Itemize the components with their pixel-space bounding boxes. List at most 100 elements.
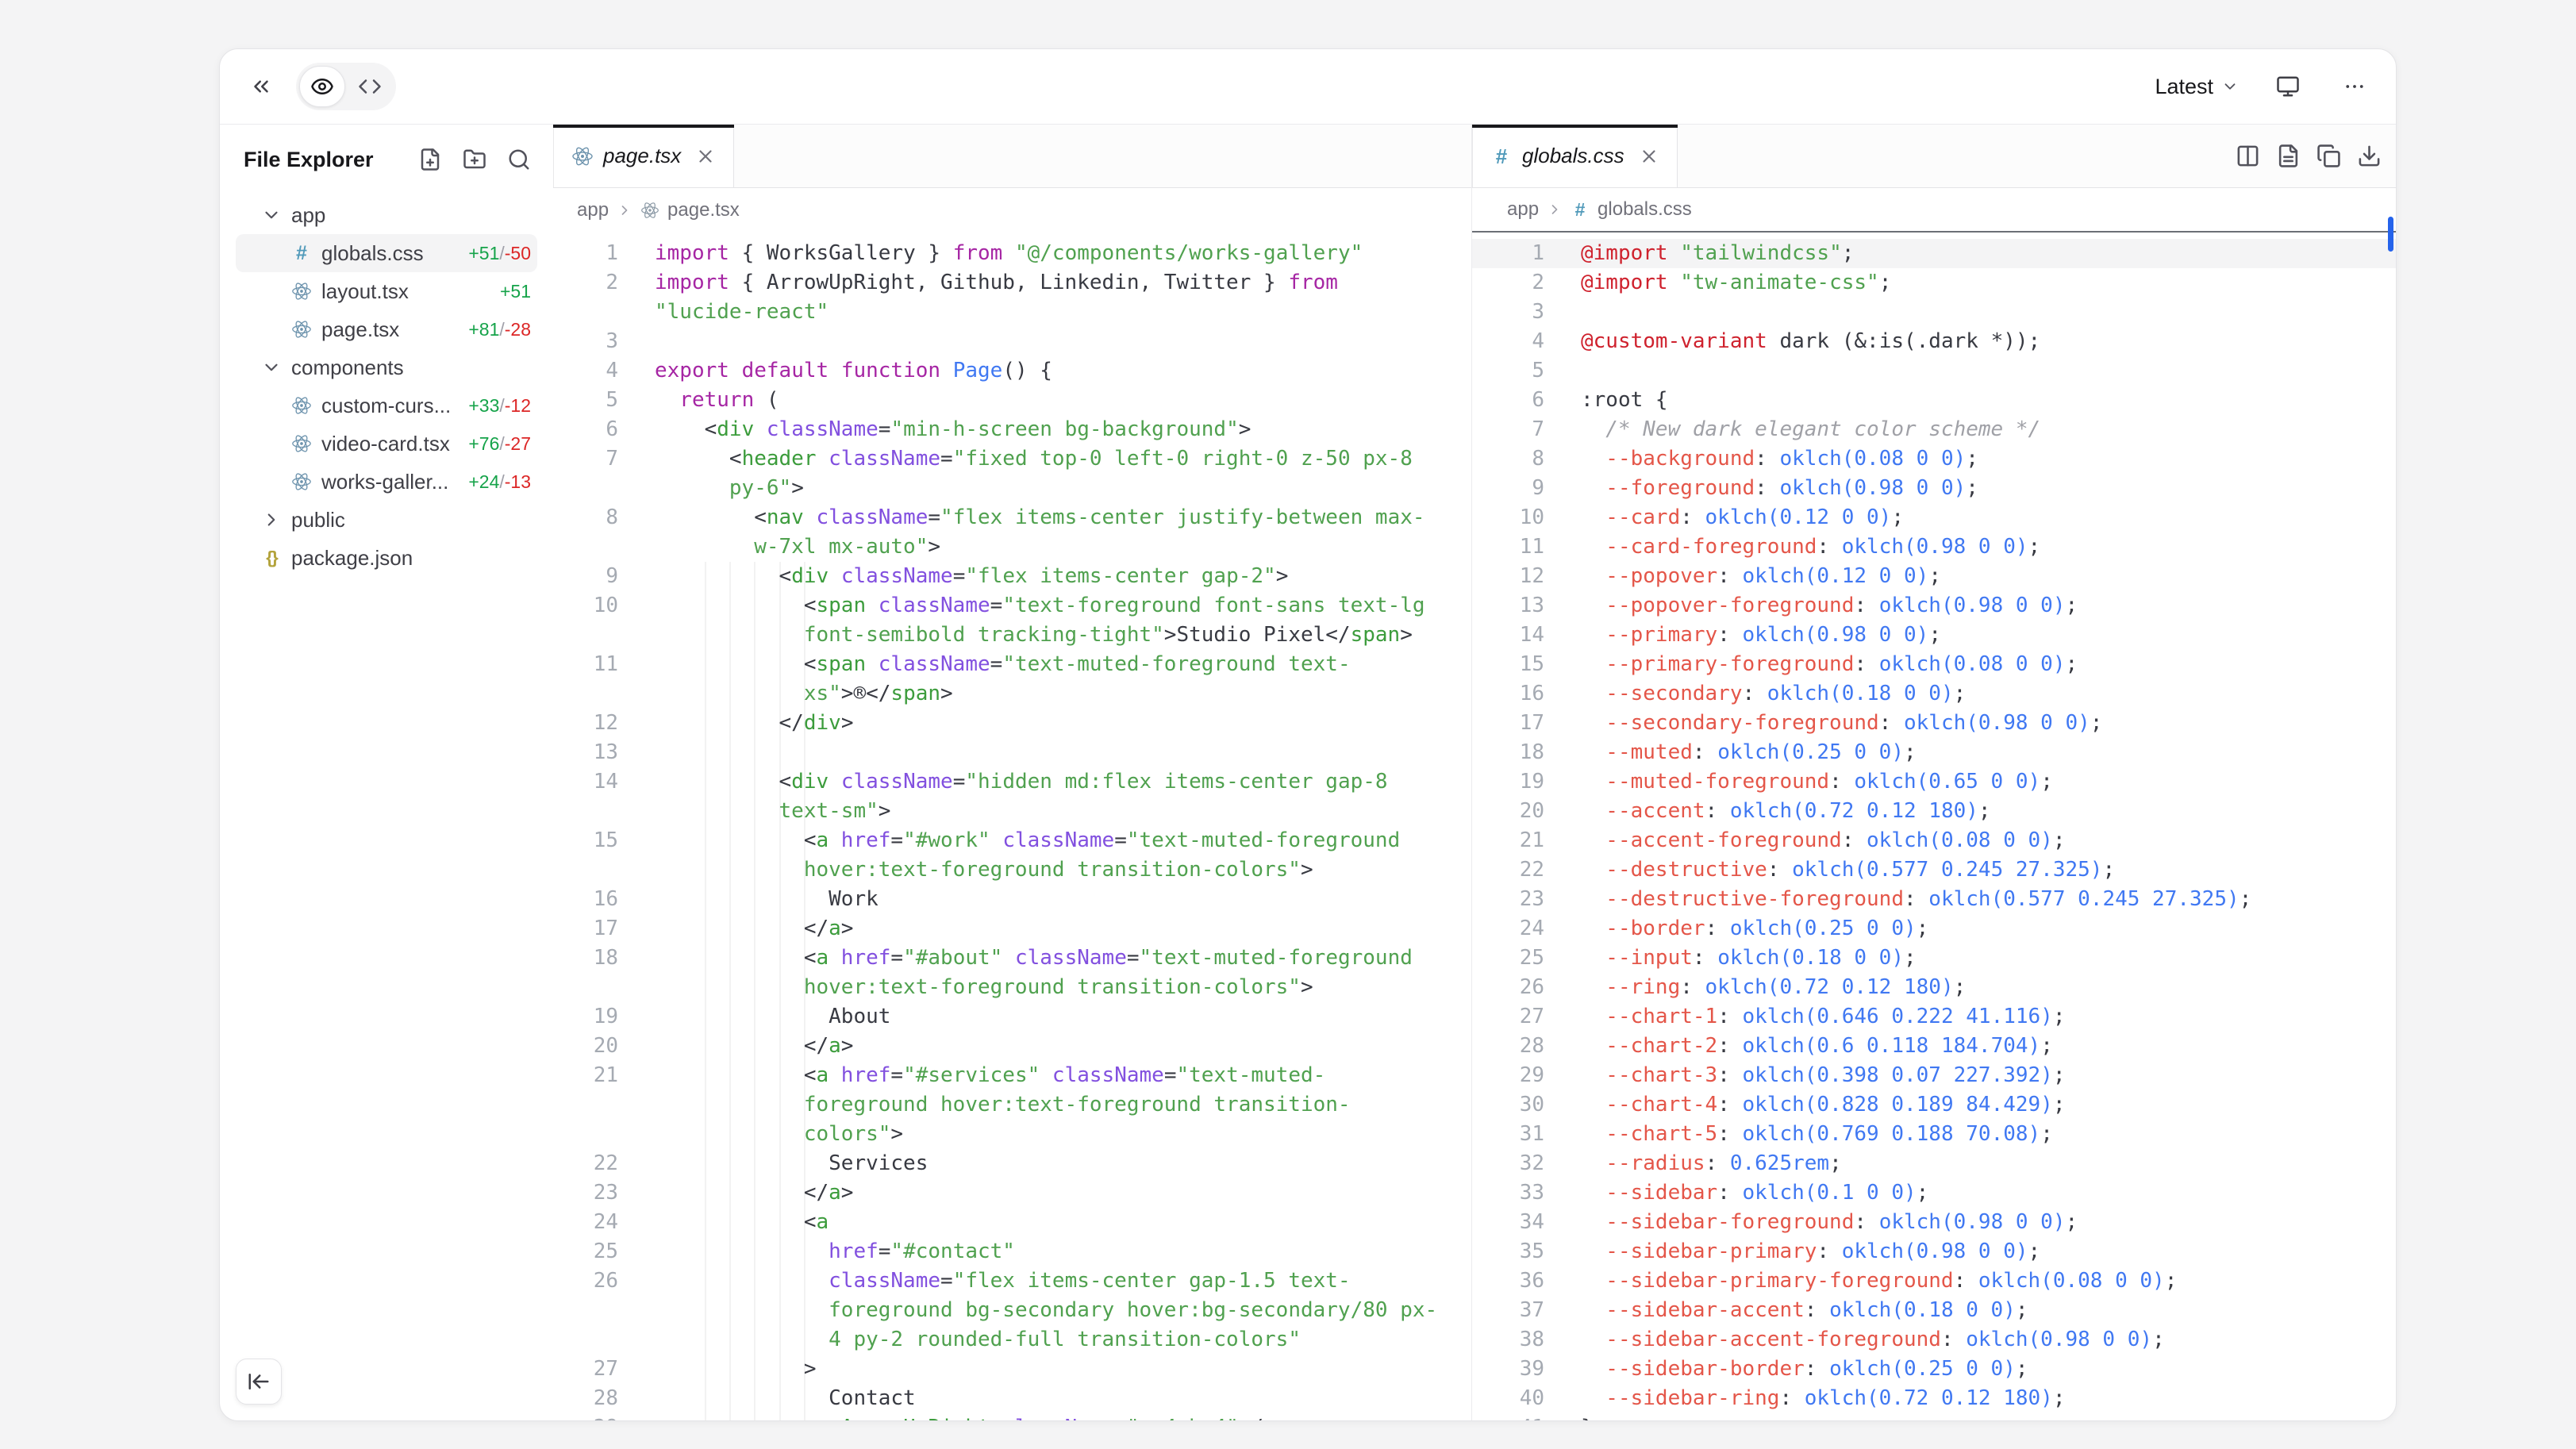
eye-icon xyxy=(310,75,334,98)
diff-stats: +76/-27 xyxy=(468,433,531,455)
line-number: 25 xyxy=(1472,944,1544,973)
code-line: 5 xyxy=(1472,356,2396,386)
line-number: 28 xyxy=(553,1384,618,1413)
tree-file-works-galler[interactable]: works-galler...+24/-13 xyxy=(236,463,537,501)
code-text: --sidebar-border: oklch(0.25 0 0); xyxy=(1581,1355,2028,1384)
tree-file-package-json[interactable]: {}package.json xyxy=(236,539,537,577)
breadcrumb-folder[interactable]: app xyxy=(1507,198,1539,221)
line-number: 7 xyxy=(1472,415,1544,444)
tree-folder-components[interactable]: components xyxy=(236,348,537,386)
tab-page-tsx[interactable]: page.tsx xyxy=(553,125,734,187)
tree-folder-app[interactable]: app xyxy=(236,196,537,234)
line-number: 10 xyxy=(553,591,618,621)
code-text: --muted: oklch(0.25 0 0); xyxy=(1581,738,1917,767)
close-tab-button[interactable] xyxy=(1639,146,1659,167)
code-line: 4export default function Page() { xyxy=(553,356,1471,386)
open-file-button[interactable] xyxy=(2276,144,2301,168)
search-files-button[interactable] xyxy=(507,148,531,171)
code-text: --foreground: oklch(0.98 0 0); xyxy=(1581,474,1978,503)
diff-stats: +81/-28 xyxy=(468,319,531,340)
version-selector[interactable]: Latest xyxy=(2155,75,2239,99)
line-number: 26 xyxy=(1472,973,1544,1002)
code-text: --sidebar-accent-foreground: oklch(0.98 … xyxy=(1581,1325,2165,1355)
line-number: 32 xyxy=(1472,1149,1544,1178)
tree-item-label: package.json xyxy=(291,546,413,571)
code-text: <div className="min-h-screen bg-backgrou… xyxy=(655,415,1444,444)
code-text: --primary: oklch(0.98 0 0); xyxy=(1581,621,1941,650)
code-toggle-button[interactable] xyxy=(347,66,393,107)
line-number: 21 xyxy=(1472,826,1544,855)
line-number: 5 xyxy=(1472,356,1544,386)
code-text: </a> xyxy=(655,914,1444,944)
code-lines-page-tsx: 1import { WorksGallery } from "@/compone… xyxy=(553,239,1471,1420)
code-text: Contact xyxy=(655,1384,1444,1413)
line-number: 12 xyxy=(1472,562,1544,591)
code-text: --chart-2: oklch(0.6 0.118 184.704); xyxy=(1581,1032,2053,1061)
indent-guide xyxy=(705,562,706,1420)
code-line: 13--popover-foreground: oklch(0.98 0 0); xyxy=(1472,591,2396,621)
code-text: --popover: oklch(0.12 0 0); xyxy=(1581,562,1941,591)
react-icon xyxy=(291,281,312,302)
collapse-sidebar-button[interactable] xyxy=(236,1359,282,1405)
indent-guide xyxy=(754,562,755,1420)
line-number: 4 xyxy=(553,356,618,386)
code-text: --input: oklch(0.18 0 0); xyxy=(1581,944,1917,973)
line-number: 35 xyxy=(1472,1237,1544,1266)
scrollbar-thumb[interactable] xyxy=(2388,217,2393,252)
tree-file-globals-css[interactable]: #globals.css+51/-50 xyxy=(236,234,537,272)
line-number: 1 xyxy=(553,239,618,268)
line-number: 36 xyxy=(1472,1266,1544,1296)
code-line: 12 --popover: oklch(0.12 0 0); xyxy=(1472,562,2396,591)
tree-file-custom-curs[interactable]: custom-curs...+33/-12 xyxy=(236,386,537,425)
tree-file-layout-tsx[interactable]: layout.tsx+51 xyxy=(236,272,537,310)
tree-file-video-card-tsx[interactable]: video-card.tsx +76/-27 xyxy=(236,425,537,463)
preview-toggle-button[interactable] xyxy=(299,66,345,107)
code-line: 28 Contact xyxy=(553,1384,1471,1413)
code-line: 10<span className="text-foreground font-… xyxy=(553,591,1471,650)
line-number: 9 xyxy=(553,562,618,591)
editor-pane-page-tsx: page.tsx app page.tsx 1import { W xyxy=(553,125,1471,1420)
line-number: 19 xyxy=(1472,767,1544,797)
code-text: <span className="text-muted-foreground t… xyxy=(655,650,1444,709)
code-line: 24<a xyxy=(553,1208,1471,1237)
breadcrumb-file[interactable]: page.tsx xyxy=(667,199,740,221)
tree-file-page-tsx[interactable]: page.tsx+81/-28 xyxy=(236,310,537,348)
react-icon xyxy=(291,395,312,416)
code-area-page-tsx[interactable]: 1import { WorksGallery } from "@/compone… xyxy=(553,233,1471,1420)
monitor-icon xyxy=(2276,75,2300,98)
device-preview-button[interactable] xyxy=(2270,69,2305,104)
download-code-button[interactable] xyxy=(2357,144,2382,168)
code-line: 10--card: oklch(0.12 0 0); xyxy=(1472,503,2396,532)
line-number: 16 xyxy=(553,885,618,914)
code-text: --sidebar-foreground: oklch(0.98 0 0); xyxy=(1581,1208,2078,1237)
code-line: 1@import "tailwindcss"; xyxy=(1472,239,2396,268)
line-number: 7 xyxy=(553,444,618,474)
code-line: 34--sidebar-foreground: oklch(0.98 0 0); xyxy=(1472,1208,2396,1237)
code-area-globals-css[interactable]: 1@import "tailwindcss";2@import "tw-anim… xyxy=(1472,233,2396,1420)
new-folder-button[interactable] xyxy=(463,148,486,171)
code-text: </a> xyxy=(655,1032,1444,1061)
code-text: return ( xyxy=(655,386,1444,415)
code-text: --sidebar-accent: oklch(0.18 0 0); xyxy=(1581,1296,2028,1325)
close-tab-button[interactable] xyxy=(695,146,716,167)
code-line: 8--background: oklch(0.08 0 0); xyxy=(1472,444,2396,474)
copy-code-button[interactable] xyxy=(2316,144,2341,168)
line-number: 27 xyxy=(553,1355,618,1384)
tree-item-label: video-card.tsx xyxy=(321,432,450,456)
new-file-button[interactable] xyxy=(418,148,442,171)
more-options-button[interactable] xyxy=(2337,69,2372,104)
code-line: 36--sidebar-primary-foreground: oklch(0.… xyxy=(1472,1266,2396,1296)
code-line: 7 <header className="fixed top-0 left-0 r… xyxy=(553,444,1471,503)
line-number: 31 xyxy=(1472,1120,1544,1149)
line-number: 24 xyxy=(553,1208,618,1237)
code-line: 18--muted: oklch(0.25 0 0); xyxy=(1472,738,2396,767)
split-editor-button[interactable] xyxy=(2236,144,2260,168)
collapse-panel-button[interactable] xyxy=(244,69,279,104)
tab-globals-css[interactable]: # globals.css xyxy=(1472,125,1678,187)
breadcrumb-folder[interactable]: app xyxy=(577,199,609,221)
breadcrumb-file[interactable]: globals.css xyxy=(1598,198,1692,221)
tree-item-label: custom-curs... xyxy=(321,394,451,418)
code-line: 2@import "tw-animate-css"; xyxy=(1472,268,2396,298)
code-text: <header className="fixed top-0 left-0 ri… xyxy=(655,444,1444,503)
tree-folder-public[interactable]: public xyxy=(236,501,537,539)
